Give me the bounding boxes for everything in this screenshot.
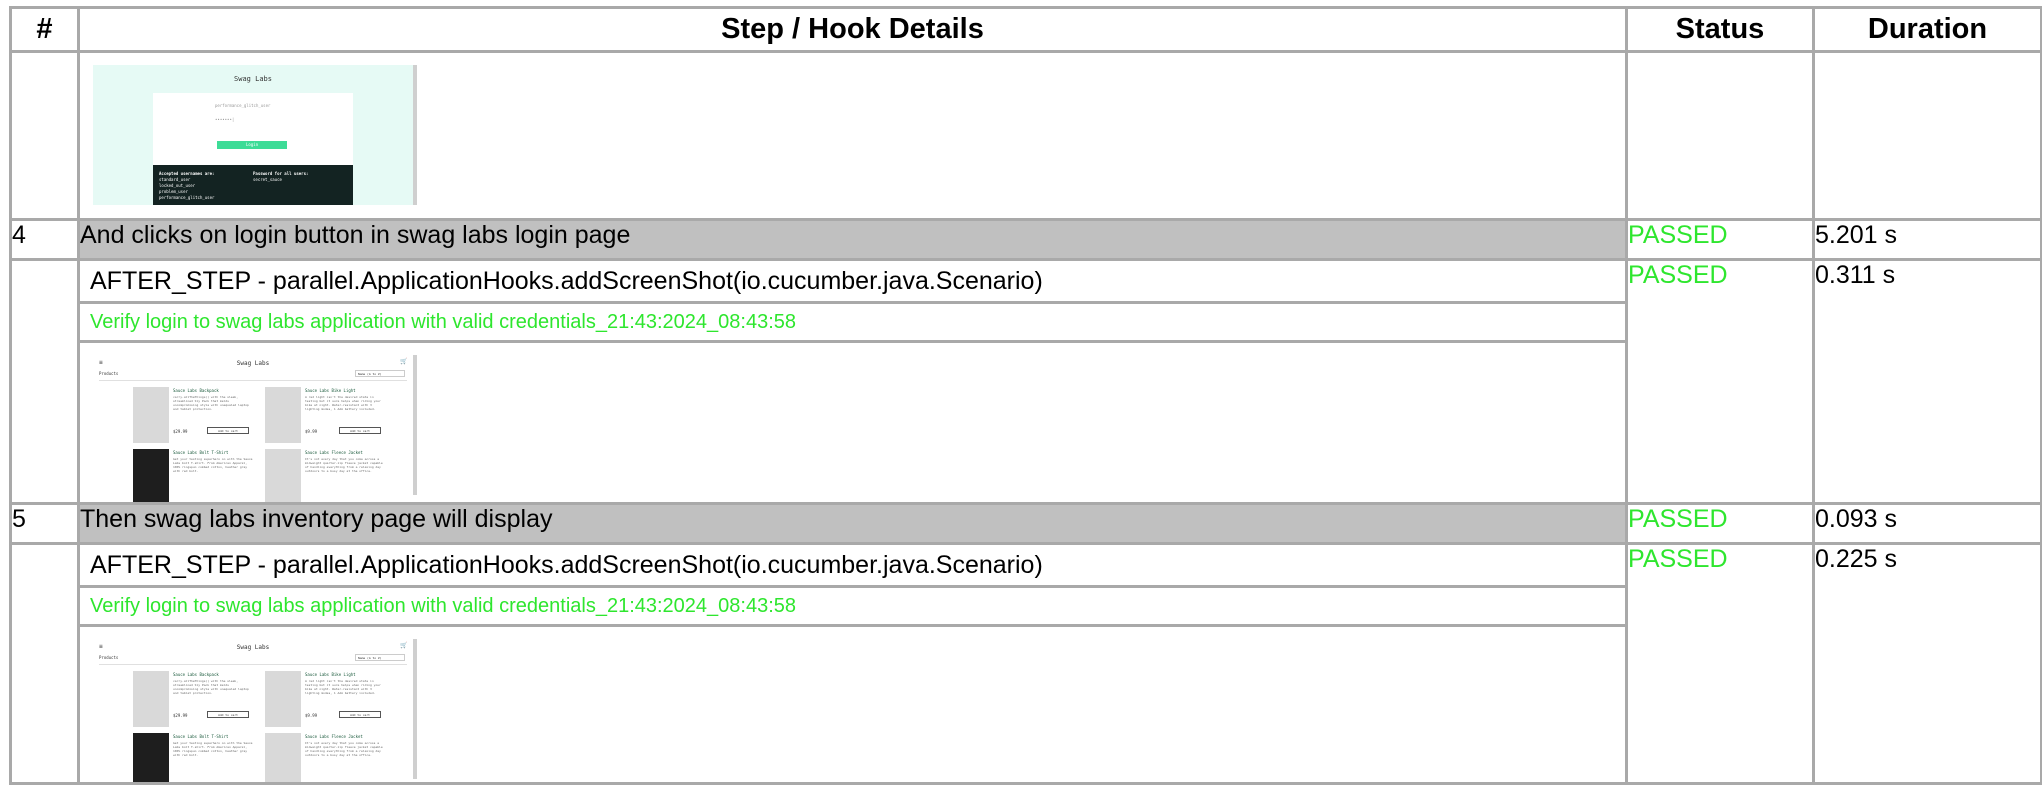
product-price: $9.99 (305, 429, 318, 434)
hook-title: AFTER_STEP - parallel.ApplicationHooks.a… (81, 547, 1624, 588)
empty-num-cell (9, 50, 80, 221)
product-image (133, 733, 169, 781)
product-image (133, 387, 169, 443)
product-card: Sauce Labs Backpack carry.allTheThings()… (133, 385, 259, 443)
hook-message: Verify login to swag labs application wi… (81, 588, 1624, 627)
divider (99, 664, 407, 665)
hook-message: Verify login to swag labs application wi… (81, 304, 1624, 343)
product-image (265, 733, 301, 781)
product-card: Sauce Labs Bike Light A red light isn't … (265, 669, 391, 727)
product-description: A red light isn't the desired state in t… (305, 395, 381, 411)
hook-title: AFTER_STEP - parallel.ApplicationHooks.a… (81, 263, 1624, 304)
product-name: Sauce Labs Backpack (173, 388, 219, 393)
product-name: Sauce Labs Bolt T-Shirt (173, 450, 229, 455)
username-item: performance_glitch_user (159, 195, 215, 200)
screenshot-row-login: Swag Labs performance_glitch_user ••••••… (9, 50, 2042, 221)
product-name: Sauce Labs Fleece Jacket (305, 734, 363, 739)
inventory-title: Swag Labs (236, 360, 270, 367)
step-text: And clicks on login button in swag labs … (77, 218, 1628, 261)
step-row: 4 And clicks on login button in swag lab… (9, 218, 2042, 261)
sort-select: Name (A to Z) (355, 654, 405, 661)
empty-status-cell (1625, 50, 1815, 221)
product-description: A red light isn't the desired state in t… (305, 679, 381, 695)
header-row: # Step / Hook Details Status Duration (9, 6, 2042, 53)
hook-row: AFTER_STEP - parallel.ApplicationHooks.a… (9, 258, 2042, 505)
credentials-panel: Accepted usernames are: standard_user lo… (153, 165, 353, 205)
add-to-cart-button: Add to cart (207, 711, 249, 718)
login-button: Login (217, 141, 287, 149)
step-duration: 0.093 s (1812, 502, 2042, 545)
product-card: Sauce Labs Bolt T-Shirt Get your testing… (133, 447, 259, 501)
product-name: Sauce Labs Fleece Jacket (305, 450, 363, 455)
header-details: Step / Hook Details (77, 6, 1628, 53)
step-number: 4 (9, 218, 80, 261)
product-name: Sauce Labs Bolt T-Shirt (173, 734, 229, 739)
login-screenshot-thumbnail[interactable]: Swag Labs performance_glitch_user ••••••… (93, 65, 417, 205)
add-to-cart-button: Add to cart (339, 711, 381, 718)
inventory-screenshot-thumbnail[interactable]: ≡ Swag Labs 🛒 Products Name (A to Z) Sau… (93, 355, 417, 501)
hook-details-cell: AFTER_STEP - parallel.ApplicationHooks.a… (77, 542, 1628, 785)
header-status: Status (1625, 6, 1815, 53)
login-title: Swag Labs (234, 75, 272, 83)
sort-select: Name (A to Z) (355, 370, 405, 377)
product-image (133, 449, 169, 501)
product-price: $29.99 (173, 429, 188, 434)
screenshot-cell: Swag Labs performance_glitch_user ••••••… (77, 50, 1628, 221)
product-description: It's not every day that you come across … (305, 741, 383, 757)
step-status: PASSED (1625, 218, 1815, 261)
hook-row: AFTER_STEP - parallel.ApplicationHooks.a… (9, 542, 2042, 785)
cart-icon: 🛒 (400, 358, 408, 365)
product-name: Sauce Labs Backpack (173, 672, 219, 677)
cart-icon: 🛒 (400, 642, 408, 649)
header-duration: Duration (1812, 6, 2042, 53)
product-image (265, 671, 301, 727)
product-name: Sauce Labs Bike Light (305, 388, 356, 393)
step-row: 5 Then swag labs inventory page will dis… (9, 502, 2042, 545)
product-card: Sauce Labs Bike Light A red light isn't … (265, 385, 391, 443)
step-text: Then swag labs inventory page will displ… (77, 502, 1628, 545)
hook-status: PASSED (1625, 258, 1815, 505)
step-duration: 5.201 s (1812, 218, 2042, 261)
add-to-cart-button: Add to cart (339, 427, 381, 434)
login-form-panel: performance_glitch_user •••••••| Login (153, 93, 353, 165)
product-description: Get your testing superhero on with the S… (173, 741, 253, 757)
hook-duration: 0.311 s (1812, 258, 2042, 505)
product-image (265, 387, 301, 443)
step-status: PASSED (1625, 502, 1815, 545)
product-name: Sauce Labs Bike Light (305, 672, 356, 677)
product-description: It's not every day that you come across … (305, 457, 383, 473)
inventory-screenshot-thumbnail[interactable]: ≡ Swag Labs 🛒 Products Name (A to Z) Sau… (93, 639, 417, 781)
username-field: performance_glitch_user (215, 103, 271, 108)
product-price: $9.99 (305, 713, 318, 718)
password-field: •••••••| (215, 117, 235, 122)
product-card: Sauce Labs Fleece Jacket It's not every … (265, 731, 391, 781)
hook-details-cell: AFTER_STEP - parallel.ApplicationHooks.a… (77, 258, 1628, 505)
product-description: Get your testing superhero on with the S… (173, 457, 253, 473)
empty-duration-cell (1812, 50, 2042, 221)
hook-status: PASSED (1625, 542, 1815, 785)
header-number: # (9, 6, 80, 53)
hook-duration: 0.225 s (1812, 542, 2042, 785)
product-card: Sauce Labs Fleece Jacket It's not every … (265, 447, 391, 501)
products-heading: Products (99, 655, 119, 660)
product-price: $29.99 (173, 713, 188, 718)
add-to-cart-button: Add to cart (207, 427, 249, 434)
inventory-title: Swag Labs (236, 644, 270, 651)
empty-num-cell (9, 542, 80, 785)
products-heading: Products (99, 371, 119, 376)
password-hint: secret_sauce (253, 177, 282, 182)
product-description: carry.allTheThings() with the sleek, str… (173, 395, 249, 411)
steps-table: # Step / Hook Details Status Duration Sw… (9, 6, 2042, 785)
empty-num-cell (9, 258, 80, 505)
product-card: Sauce Labs Backpack carry.allTheThings()… (133, 669, 259, 727)
product-image (265, 449, 301, 501)
product-image (133, 671, 169, 727)
product-card: Sauce Labs Bolt T-Shirt Get your testing… (133, 731, 259, 781)
product-description: carry.allTheThings() with the sleek, str… (173, 679, 249, 695)
divider (99, 380, 407, 381)
step-number: 5 (9, 502, 80, 545)
